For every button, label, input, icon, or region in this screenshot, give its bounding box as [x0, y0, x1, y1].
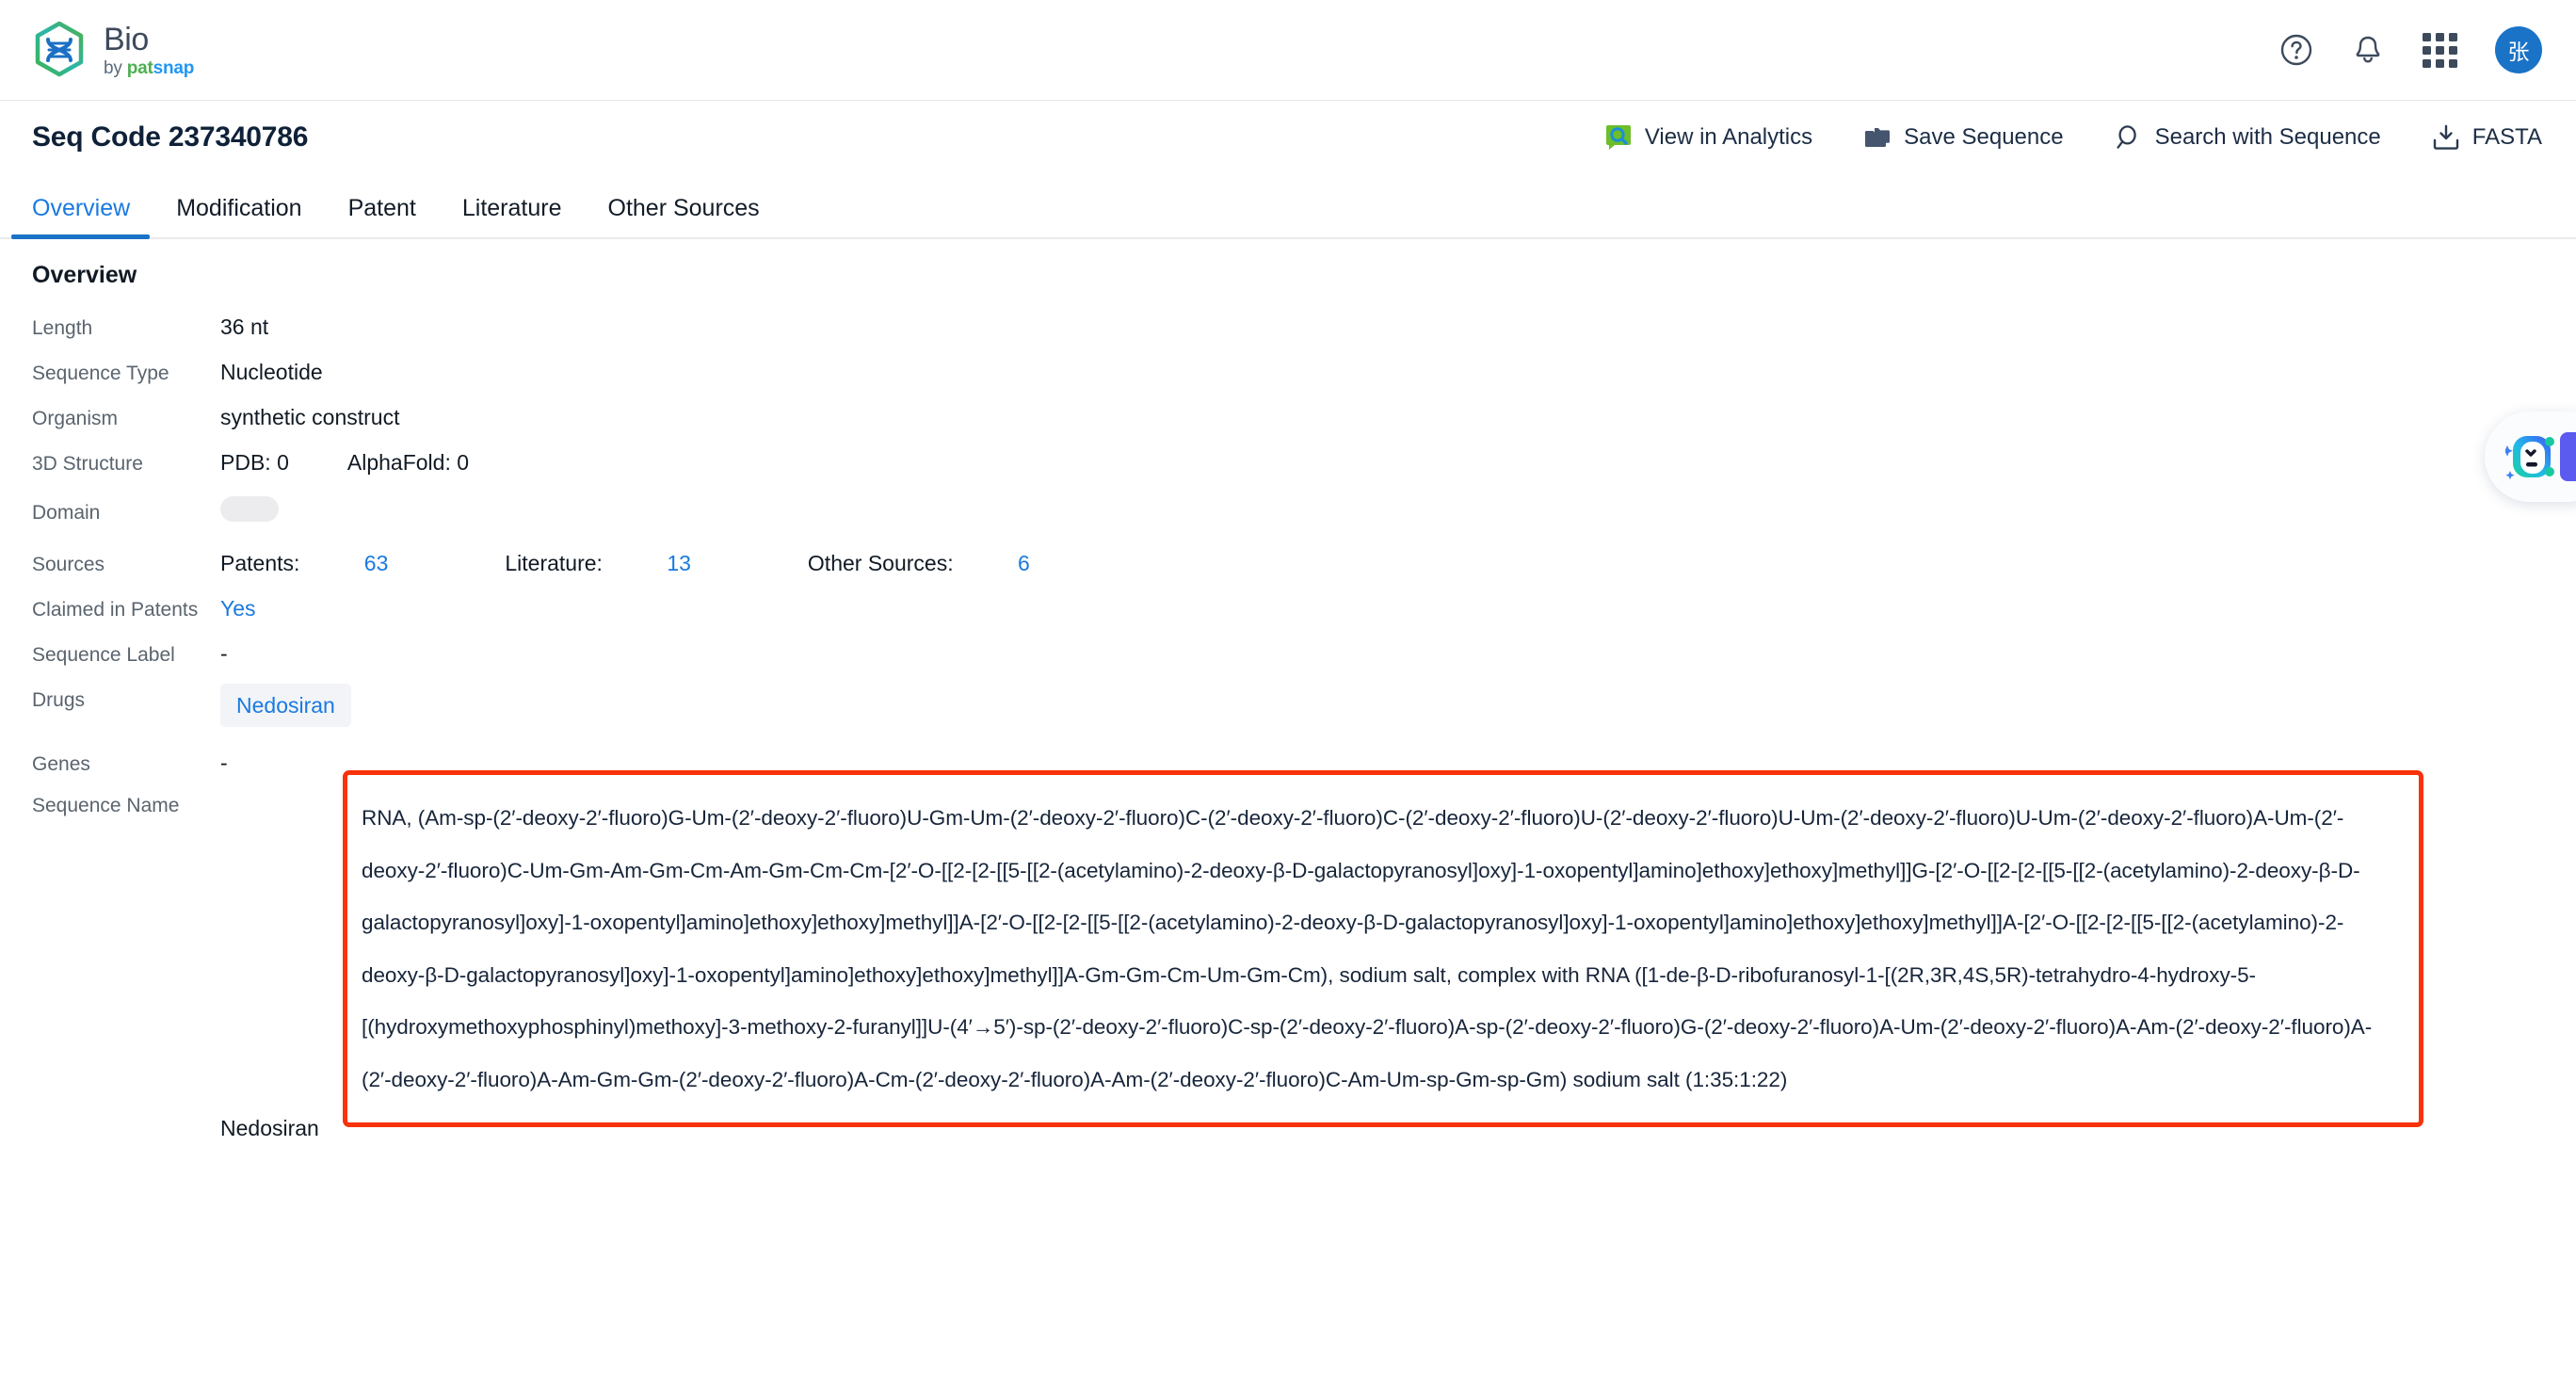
field-sequence-label: Sequence Label -: [32, 638, 2576, 670]
field-sources-value: Patents: 63 Literature: 13 Other Sources…: [220, 548, 1147, 578]
brand-by-label: by: [104, 57, 127, 78]
grid-dot: [2436, 58, 2444, 68]
field-genes-value: -: [220, 750, 228, 775]
field-domain-label: Domain: [32, 502, 101, 524]
sources-literature[interactable]: Literature: 13: [505, 548, 749, 578]
save-sequence-button[interactable]: Save Sequence: [1862, 122, 2064, 153]
header-action-bar: View in Analytics Save Sequence Search w…: [1603, 122, 2542, 153]
field-length-label: Length: [32, 317, 93, 339]
sub-header: Seq Code 237340786 View in Analytics Sav…: [0, 101, 2576, 239]
drug-chip-nedosiran[interactable]: Nedosiran: [220, 684, 351, 727]
field-claimed-label: Claimed in Patents: [32, 599, 199, 621]
sources-literature-text: Literature:: [505, 551, 609, 575]
structure-pdb-count: PDB: 0: [220, 450, 289, 475]
brand-subtitle: by patsnap: [104, 59, 194, 77]
grid-dot: [2436, 32, 2444, 41]
grid-dot: [2436, 45, 2444, 55]
bio-dna-hexagon-icon: [35, 21, 84, 77]
tab-other-sources[interactable]: Other Sources: [608, 195, 760, 239]
user-avatar[interactable]: 张: [2495, 26, 2542, 73]
field-claimed-in-patents: Claimed in Patents Yes: [32, 593, 2576, 625]
analytics-search-icon: [1605, 124, 1631, 150]
field-drugs-label: Drugs: [32, 689, 86, 711]
topbar-actions: 张: [2279, 26, 2542, 73]
below-sequence-text: Nedosiran: [220, 1116, 319, 1140]
sources-literature-count[interactable]: 13: [667, 551, 691, 575]
domain-placeholder-pill: [220, 496, 279, 522]
field-genes: Genes -: [32, 748, 2576, 780]
sources-other-text: Other Sources:: [807, 551, 959, 575]
field-genes-label: Genes: [32, 753, 90, 775]
field-organism-value: synthetic construct: [220, 405, 400, 429]
page-header-row: Seq Code 237340786 View in Analytics Sav…: [32, 101, 2542, 173]
brand-pat-label: pat: [126, 57, 153, 78]
sources-other[interactable]: Other Sources: 6: [808, 548, 1088, 578]
grid-dot: [2449, 58, 2457, 68]
sources-patents-count[interactable]: 63: [364, 551, 389, 575]
field-length-value: 36 nt: [220, 315, 269, 339]
tab-literature[interactable]: Literature: [462, 195, 562, 239]
grid-dot: [2423, 58, 2431, 68]
view-in-analytics-button[interactable]: View in Analytics: [1603, 122, 1812, 153]
folders-icon: [1865, 127, 1891, 147]
field-sequence-name: Sequence Name RNA, (Am-sp-(2′-deoxy-2′-f…: [32, 770, 2576, 1127]
ai-robot-face-icon: [2505, 436, 2554, 480]
field-organism: Organism synthetic construct: [32, 402, 2576, 434]
grid-dot: [2449, 32, 2457, 41]
sources-patents-text: Patents:: [220, 551, 306, 575]
ai-assistant-widget[interactable]: [2485, 412, 2576, 502]
save-sequence-label: Save Sequence: [1904, 123, 2064, 150]
apps-grid-icon[interactable]: [2423, 32, 2457, 68]
search-with-sequence-button[interactable]: Search with Sequence: [2114, 122, 2381, 153]
tab-patent[interactable]: Patent: [348, 195, 416, 239]
field-sources-label: Sources: [32, 554, 105, 575]
field-domain: Domain: [32, 496, 2576, 529]
field-drugs: Drugs Nedosiran: [32, 684, 2576, 727]
field-sequence-type-label: Sequence Type: [32, 363, 169, 384]
field-3d-structure: 3D Structure PDB: 0 AlphaFold: 0: [32, 447, 2576, 479]
notification-bell-icon[interactable]: [2351, 33, 2385, 67]
top-navigation-bar: Bio by patsnap 张: [0, 0, 2576, 101]
help-circle-icon[interactable]: [2279, 33, 2313, 67]
brand-logo-group[interactable]: Bio by patsnap: [32, 21, 194, 79]
below-sequence-row: Nedosiran: [32, 1113, 2576, 1143]
sources-other-count[interactable]: 6: [1018, 551, 1030, 575]
sequence-box-spacer: [32, 821, 2576, 1113]
field-3d-structure-value: PDB: 0 AlphaFold: 0: [220, 447, 527, 477]
field-sequence-label-value: -: [220, 641, 228, 666]
grid-dot: [2449, 45, 2457, 55]
overview-panel: Overview Length 36 nt Sequence Type Nucl…: [0, 239, 2576, 1143]
overview-section-title: Overview: [32, 262, 137, 288]
field-length: Length 36 nt: [32, 312, 2576, 344]
structure-alphafold-count: AlphaFold: 0: [346, 450, 470, 475]
sources-patents[interactable]: Patents: 63: [220, 548, 446, 578]
tab-overview[interactable]: Overview: [10, 195, 151, 239]
field-sequence-type-value: Nucleotide: [220, 360, 323, 384]
field-organism-label: Organism: [32, 408, 119, 429]
field-sources: Sources Patents: 63 Literature: 13 Other…: [32, 548, 2576, 580]
ai-widget-badge: [2560, 432, 2576, 481]
search-with-sequence-label: Search with Sequence: [2154, 123, 2381, 150]
download-icon: [2433, 124, 2458, 150]
brand-title: Bio: [104, 21, 149, 57]
fasta-download-button[interactable]: FASTA: [2431, 122, 2542, 153]
magnifier-icon: [2117, 124, 2136, 149]
field-sequence-type: Sequence Type Nucleotide: [32, 357, 2576, 389]
field-sequence-label-label: Sequence Label: [32, 644, 175, 666]
brand-snap-label: snap: [153, 57, 195, 78]
below-sequence-label-spacer: [32, 1113, 220, 1115]
grid-dot: [2423, 32, 2431, 41]
fasta-label: FASTA: [2471, 123, 2542, 150]
field-sequence-name-label: Sequence Name: [32, 795, 180, 816]
tab-bar: Overview Modification Patent Literature …: [0, 173, 2576, 239]
page-title: Seq Code 237340786: [32, 121, 309, 153]
field-3d-structure-label: 3D Structure: [32, 453, 143, 475]
field-drugs-value: Nedosiran: [220, 684, 351, 727]
field-domain-value: [220, 496, 279, 529]
view-in-analytics-label: View in Analytics: [1644, 123, 1813, 150]
grid-dot: [2423, 45, 2431, 55]
field-claimed-value[interactable]: Yes: [220, 593, 256, 623]
tab-modification[interactable]: Modification: [176, 195, 301, 239]
